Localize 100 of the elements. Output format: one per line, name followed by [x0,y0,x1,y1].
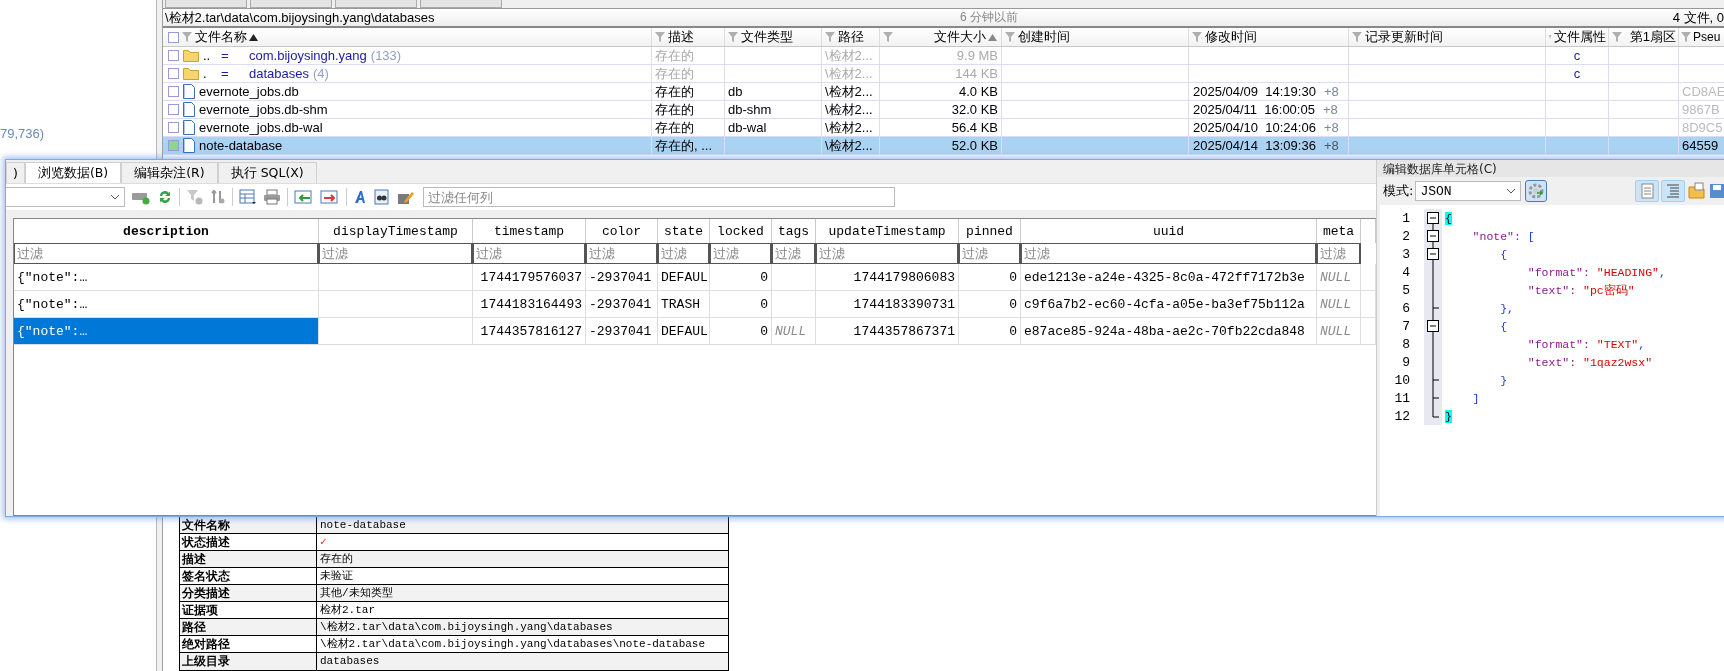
matched-brace: } [1445,409,1452,423]
table-cell: 9.9 MB [956,48,998,63]
timezone: +8 [1323,84,1339,99]
column-header[interactable]: Pseu [1679,28,1724,46]
selected-row[interactable]: note-database 存在的, ... \检材2... 52.0 KB 2025/04/14 13:09:36 +8 64559 [163,137,1724,155]
mode-dropdown[interactable]: JSON [1415,181,1522,201]
collapse-icon[interactable] [1427,230,1439,242]
table-cell: c [1573,48,1581,63]
tab[interactable] [165,0,247,8]
table-cell: 144 KB [955,66,998,81]
collapse-icon[interactable] [1427,212,1439,224]
column-header[interactable]: pinned [959,219,1021,243]
folder-icon[interactable] [1687,181,1707,201]
filter-field[interactable]: 过滤任何列 [423,187,895,207]
line-number: 12 [1393,408,1411,424]
code-token: : [1583,337,1591,351]
row-checkbox[interactable] [168,68,179,79]
import-icon[interactable] [294,189,314,205]
row-checkbox[interactable] [168,104,179,115]
column-header[interactable]: timestamp [473,219,586,243]
filter-icon[interactable] [181,31,193,43]
column-header[interactable]: color [586,219,658,243]
filter-icon[interactable] [727,31,739,43]
table-cell: \检材2... [825,137,873,154]
row-checkbox[interactable] [168,50,179,61]
filter-icon[interactable] [1191,31,1203,43]
table-icon[interactable] [239,189,257,205]
row-checkbox[interactable] [168,86,179,97]
table-cell: 1744183164493 [480,296,582,312]
filter-icon[interactable] [654,31,666,43]
filter-icon[interactable] [1351,31,1363,43]
column-header[interactable]: uuid [1021,219,1317,243]
print-icon[interactable] [263,189,281,205]
column-header[interactable]: 文件名称 [163,28,652,46]
word-wrap-icon[interactable] [1661,180,1685,202]
tab[interactable]: 编辑杂注(R) [121,162,218,183]
sort-icon[interactable] [210,189,226,205]
table-cell[interactable]: {"note":… [14,264,319,290]
column-header[interactable]: description [14,219,319,243]
column-header[interactable]: 文件类型 [725,28,822,46]
save-icon[interactable] [1709,181,1724,201]
mode-label: 模式: [1383,182,1414,200]
row-checkbox[interactable] [168,140,179,151]
column-header[interactable]: 文件大小 [880,28,1002,46]
export-icon[interactable] [320,189,340,205]
column-header[interactable]: displayTimestamp [319,219,473,243]
column-header[interactable]: 创建时间 [1002,28,1189,46]
filter-icon[interactable] [882,31,894,43]
filter-icon[interactable] [1004,31,1016,43]
table-cell: 存在的 [655,101,694,118]
filter-icon[interactable] [824,31,836,43]
table-cell[interactable]: {"note":… [14,291,319,317]
edit-icon[interactable] [397,189,415,205]
table-cell: \检材2... [825,119,873,136]
file-name: evernote_jobs.db-wal [199,120,323,135]
modified-time: 2025/04/11 16:00:05 [1193,102,1315,117]
column-header[interactable]: state [658,219,710,243]
column-header[interactable]: updateTimestamp [816,219,959,243]
table-cell[interactable]: {"note":… [14,318,319,344]
table-cell: \检材2... [825,65,873,82]
font-icon[interactable] [353,189,367,205]
apply-button[interactable] [1525,180,1548,202]
row-checkbox[interactable] [168,122,179,133]
column-header[interactable]: 记录更新时间 [1349,28,1546,46]
tab[interactable] [250,0,332,8]
code-editor[interactable]: 1 { 2 "note": [ 3 { 4 "format": "HEADING", 5 "text": "pc密码" 6 }, 7 { 8 "format": "TEXT", 9 "text": "1qaz2wsx" 10 } 11 ] 12 } [1380,205,1724,516]
refresh-icon[interactable] [157,189,173,205]
column-header[interactable]: locked [710,219,772,243]
collapse-icon[interactable] [1427,248,1439,260]
folder-icon [183,67,199,80]
filter-icon[interactable] [1680,31,1692,43]
tab[interactable]: 执行 SQL(X) [217,162,317,183]
column-header[interactable]: tags [772,219,816,243]
table-cell: NULL [775,323,807,339]
tab[interactable]: ) [6,162,25,183]
collapse-icon[interactable] [1427,320,1439,332]
tab[interactable]: 浏览数据(B) [24,162,122,183]
table-cell: 0 [760,323,768,339]
tab[interactable] [335,0,417,8]
code-token: "text" [1526,283,1570,297]
property-value: \检材2.tar\data\com.bijoysingh.yang\databases\note-database [319,637,706,652]
filter-icon[interactable] [1611,31,1623,43]
find-icon[interactable] [373,189,391,205]
column-header[interactable]: 路径 [822,28,880,46]
file-summary: 4 文件, 0 [1672,8,1724,27]
parent-marker: .. [203,48,212,63]
clear-filter-icon[interactable] [186,189,204,205]
column-header[interactable]: 描述 [652,28,725,46]
code-token: "format" [1526,337,1584,351]
table-dropdown[interactable] [6,187,125,207]
table-cell: NULL [1320,296,1352,312]
column-header[interactable]: 修改时间 [1189,28,1349,46]
file-row[interactable]: .. = com.bijoysingh.yang (133) 存在的 \检材2... 9.9 MB c [163,47,1724,65]
tab[interactable] [420,0,502,8]
table-cell: c9f6a7b2-ec60-4cfa-a05e-ba3ef75b112a [1024,296,1305,312]
checkbox-icon[interactable] [168,31,179,43]
text-icon[interactable] [1635,180,1659,202]
column-header[interactable]: 文件属性 [1546,28,1609,46]
column-header[interactable]: meta [1317,219,1361,243]
column-header[interactable]: 第1扇区 [1609,28,1679,46]
